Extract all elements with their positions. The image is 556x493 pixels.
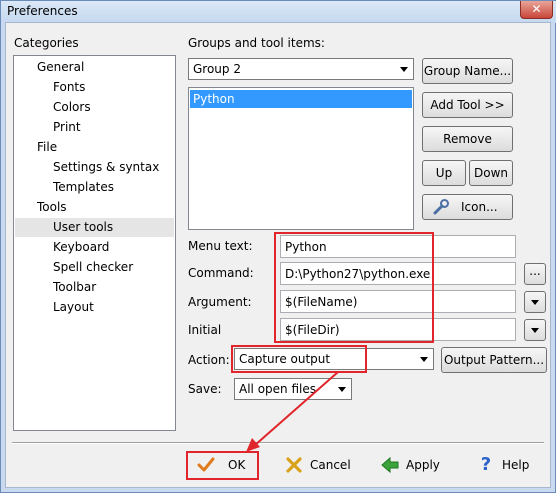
- annotation-box-fields: [274, 232, 434, 343]
- apply-label: Apply: [406, 458, 440, 472]
- groups-label: Groups and tool items:: [188, 36, 325, 50]
- title-bar: Preferences ✕: [1, 1, 556, 23]
- question-mark-icon: ?: [480, 454, 492, 475]
- browse-button[interactable]: ...: [524, 263, 546, 285]
- chevron-down-icon: [531, 300, 539, 305]
- tree-item-settings-syntax[interactable]: Settings & syntax: [50, 158, 162, 177]
- chevron-down-icon: [420, 357, 428, 362]
- tree-item-file[interactable]: File: [34, 138, 60, 157]
- up-button[interactable]: Up: [422, 160, 466, 186]
- cancel-label: Cancel: [310, 458, 351, 472]
- chevron-down-icon: [338, 387, 346, 392]
- icon-button[interactable]: Icon...: [422, 194, 513, 220]
- chevron-down-icon: [531, 328, 539, 333]
- argument-label: Argument:: [188, 295, 252, 309]
- save-select-value: All open files: [239, 382, 316, 396]
- arrow-left-icon: [380, 455, 400, 475]
- menu-text-label: Menu text:: [188, 239, 253, 253]
- save-select[interactable]: All open files: [234, 378, 352, 400]
- cross-icon: [284, 455, 304, 475]
- tree-item-colors[interactable]: Colors: [50, 98, 94, 117]
- annotation-box-ok: [186, 451, 259, 480]
- tree-item-spell-checker[interactable]: Spell checker: [50, 258, 136, 277]
- tree-item-keyboard[interactable]: Keyboard: [50, 238, 112, 257]
- save-label: Save:: [188, 382, 222, 396]
- list-item[interactable]: Python: [190, 90, 412, 108]
- footer-separator: [12, 442, 544, 444]
- categories-tree[interactable]: General Fonts Colors Print File Settings…: [13, 55, 176, 431]
- tree-item-general[interactable]: General: [34, 58, 87, 77]
- command-label: Command:: [188, 266, 254, 280]
- output-pattern-button[interactable]: Output Pattern...: [441, 347, 547, 373]
- tree-item-fonts[interactable]: Fonts: [50, 78, 88, 97]
- group-name-button[interactable]: Group Name...: [422, 58, 513, 84]
- tree-item-tools[interactable]: Tools: [34, 198, 70, 217]
- icon-button-label: Icon...: [461, 200, 498, 214]
- chevron-down-icon: [400, 67, 408, 72]
- group-select-value: Group 2: [193, 62, 241, 76]
- apply-button[interactable]: Apply: [380, 452, 448, 478]
- argument-dropdown-button[interactable]: [524, 291, 546, 313]
- tree-item-user-tools[interactable]: User tools: [15, 218, 174, 237]
- annotation-box-action: [231, 345, 367, 373]
- wrench-icon: [433, 199, 451, 215]
- categories-label: Categories: [14, 36, 79, 50]
- cancel-button[interactable]: Cancel: [284, 452, 354, 478]
- add-tool-button[interactable]: Add Tool >>: [422, 92, 513, 118]
- window-title: Preferences: [7, 4, 78, 18]
- tool-items-list[interactable]: Python: [188, 87, 414, 230]
- tree-item-toolbar[interactable]: Toolbar: [50, 278, 99, 297]
- initial-label: Initial: [188, 323, 222, 337]
- close-button[interactable]: ✕: [520, 1, 553, 19]
- remove-button[interactable]: Remove: [422, 126, 513, 152]
- tree-item-layout[interactable]: Layout: [50, 298, 97, 317]
- group-select[interactable]: Group 2: [188, 58, 414, 80]
- action-label: Action:: [188, 353, 230, 367]
- initial-dropdown-button[interactable]: [524, 319, 546, 341]
- tree-item-print[interactable]: Print: [50, 118, 84, 137]
- tree-item-templates[interactable]: Templates: [50, 178, 117, 197]
- help-button[interactable]: ? Help: [476, 452, 536, 478]
- down-button[interactable]: Down: [469, 160, 513, 186]
- help-label: Help: [502, 458, 530, 472]
